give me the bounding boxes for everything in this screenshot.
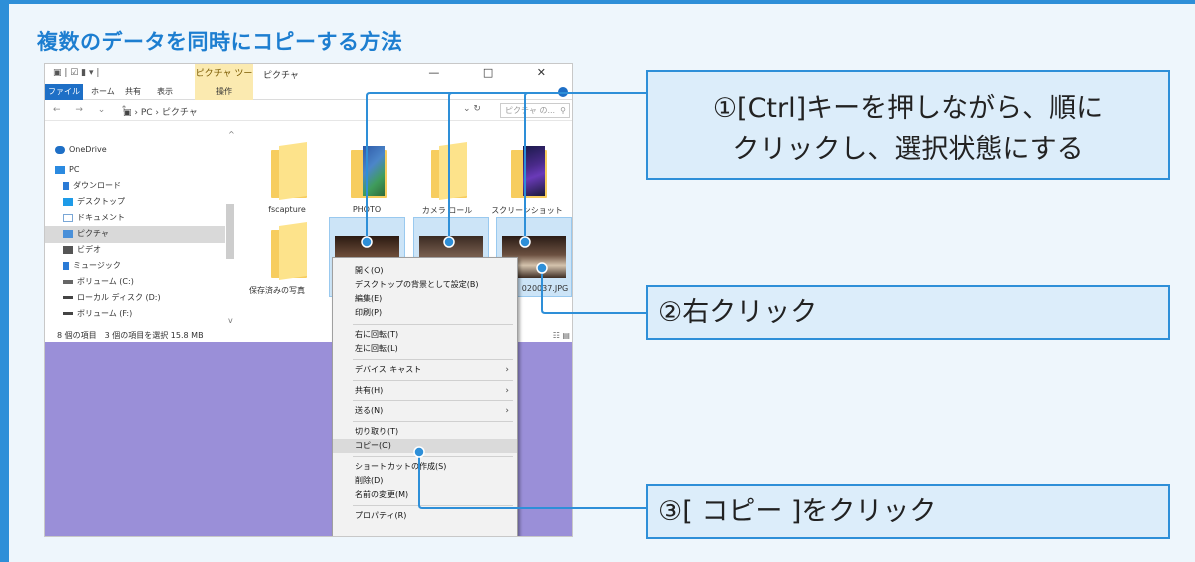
menu-item-rotate-left[interactable]: 左に回転(L): [333, 342, 517, 356]
cloud-icon: [55, 145, 65, 154]
menu-item-set-background[interactable]: デスクトップの背景として設定(B): [333, 278, 517, 292]
menu-item-open[interactable]: 開く(O): [333, 264, 517, 278]
window-controls[interactable]: — □ ✕: [428, 66, 566, 79]
sidebar-item-downloads[interactable]: ダウンロード: [63, 178, 121, 194]
nav-arrows-icon[interactable]: ← → ⌄ ↑: [53, 105, 134, 115]
sidebar-item-music[interactable]: ミュージック: [63, 258, 121, 274]
menu-separator: [353, 400, 513, 401]
navigation-pane: OneDrive PC ダウンロード デスクトップ ドキュメント ピクチャ ビデ…: [45, 122, 237, 327]
sidebar-item-volume-c[interactable]: ボリューム (C:): [63, 274, 134, 290]
folder-icon[interactable]: [423, 142, 469, 200]
tab-view[interactable]: 表示: [157, 84, 173, 100]
menu-item-delete[interactable]: 削除(D): [333, 474, 517, 488]
sidebar-item-volume-f[interactable]: ボリューム (F:): [63, 306, 132, 322]
menu-item-rename[interactable]: 名前の変更(M): [333, 488, 517, 502]
callout-step2: ②右クリック: [646, 285, 1170, 340]
picture-tools-tab[interactable]: ピクチャ ツール: [195, 64, 253, 99]
accent-bar: [0, 0, 9, 562]
menu-separator: [353, 324, 513, 325]
callout-step1-line2: クリックし、選択状態にする: [732, 134, 1084, 165]
ribbon-expand-icon[interactable]: ⌄: [548, 84, 555, 100]
search-placeholder: ピクチャ の...: [505, 106, 556, 115]
folder-icon[interactable]: [263, 142, 309, 200]
view-toggle-icon[interactable]: ☷ ▤: [553, 329, 570, 343]
menu-item-send-to[interactable]: 送る(N) ›: [333, 404, 517, 418]
music-icon: [63, 261, 69, 270]
menu-item-edit[interactable]: 編集(E): [333, 292, 517, 306]
scroll-up-icon[interactable]: ^: [228, 130, 235, 139]
drive-icon: [63, 279, 73, 284]
quick-access-toolbar[interactable]: ▣ | ☑ ▮ ▾ |: [53, 68, 99, 78]
tab-file[interactable]: ファイル: [45, 84, 83, 100]
folder-label[interactable]: カメラ ロール: [407, 205, 487, 216]
address-path[interactable]: ▣ › PC › ピクチャ: [123, 105, 198, 118]
menu-item-cut[interactable]: 切り取り(T): [333, 425, 517, 439]
sidebar-item-videos[interactable]: ビデオ: [63, 242, 101, 258]
window-title: ピクチャ: [263, 71, 299, 81]
scroll-down-icon[interactable]: v: [228, 316, 233, 325]
folder-label[interactable]: 保存済みの写真: [237, 285, 317, 296]
photo-label[interactable]: 020037.JPG: [520, 284, 570, 293]
picture-icon: [63, 229, 73, 238]
menu-item-device-cast[interactable]: デバイス キャスト ›: [333, 363, 517, 377]
chevron-right-icon: ›: [505, 406, 509, 416]
tab-home[interactable]: ホーム: [91, 84, 115, 100]
sidebar-item-pc[interactable]: PC: [55, 162, 79, 178]
explorer-screenshot: ▣ | ☑ ▮ ▾ | ピクチャ ツール ピクチャ — □ ✕ ファイル ホーム…: [44, 63, 573, 537]
context-menu: 開く(O) デスクトップの背景として設定(B) 編集(E) 印刷(P) 右に回転…: [332, 257, 518, 536]
address-bar: ← → ⌄ ↑ ▣ › PC › ピクチャ ⌄ ↻ ピクチャ の... ⚲: [45, 101, 572, 121]
drive-icon: [63, 312, 73, 315]
search-icon: ⚲: [560, 106, 566, 115]
menu-item-create-shortcut[interactable]: ショートカットの作成(S): [333, 460, 517, 474]
callout-step1-line1: ①[Ctrl]キーを押しながら、順に: [712, 93, 1104, 124]
menu-item-copy[interactable]: コピー(C): [333, 439, 517, 453]
chevron-right-icon: ›: [505, 365, 509, 375]
pc-icon: [55, 165, 65, 174]
menu-item-share[interactable]: 共有(H) ›: [333, 384, 517, 398]
search-input[interactable]: ピクチャ の... ⚲: [500, 103, 570, 118]
help-icon[interactable]: [558, 87, 568, 97]
status-text: 8 個の項目 3 個の項目を選択 15.8 MB: [57, 331, 204, 340]
callout-step1: ①[Ctrl]キーを押しながら、順に クリックし、選択状態にする: [646, 70, 1170, 180]
sidebar-item-documents[interactable]: ドキュメント: [63, 210, 125, 226]
sidebar-item-disk-d[interactable]: ローカル ディスク (D:): [63, 290, 161, 306]
refresh-icon[interactable]: ⌄ ↻: [463, 104, 481, 114]
folder-icon[interactable]: [343, 144, 389, 198]
video-icon: [63, 245, 73, 254]
callout-step3: ③[ コピー ]をクリック: [646, 484, 1170, 539]
menu-separator: [353, 456, 513, 457]
folder-label[interactable]: PHOTO: [327, 205, 407, 214]
menu-item-properties[interactable]: プロパティ(R): [333, 509, 517, 523]
menu-separator: [353, 380, 513, 381]
menu-separator: [353, 359, 513, 360]
document-icon: [63, 213, 73, 222]
desktop-icon: [63, 197, 73, 206]
menu-item-rotate-right[interactable]: 右に回転(T): [333, 328, 517, 342]
title-bar: ▣ | ☑ ▮ ▾ | ピクチャ ツール ピクチャ — □ ✕: [45, 64, 572, 99]
drive-icon: [63, 296, 73, 299]
sidebar-item-onedrive[interactable]: OneDrive: [55, 142, 107, 158]
menu-separator: [353, 421, 513, 422]
download-icon: [63, 181, 69, 190]
menu-item-print[interactable]: 印刷(P): [333, 306, 517, 320]
page-title: 複数のデータを同時にコピーする方法: [37, 30, 403, 54]
chevron-right-icon: ›: [505, 386, 509, 396]
tab-manage[interactable]: 操作: [195, 84, 253, 100]
ribbon-tabs: ファイル ホーム 共有 表示 操作 ⌄: [45, 84, 572, 100]
folder-icon[interactable]: [263, 222, 309, 280]
folder-icon[interactable]: [503, 144, 549, 198]
folder-label[interactable]: スクリーンショット: [487, 205, 567, 216]
sidebar-item-desktop[interactable]: デスクトップ: [63, 194, 125, 210]
sidebar-scrollbar[interactable]: [226, 204, 234, 259]
sidebar-item-pictures[interactable]: ピクチャ: [63, 226, 109, 242]
menu-separator: [353, 505, 513, 506]
folder-label[interactable]: fscapture: [247, 205, 327, 214]
tab-share[interactable]: 共有: [125, 84, 141, 100]
